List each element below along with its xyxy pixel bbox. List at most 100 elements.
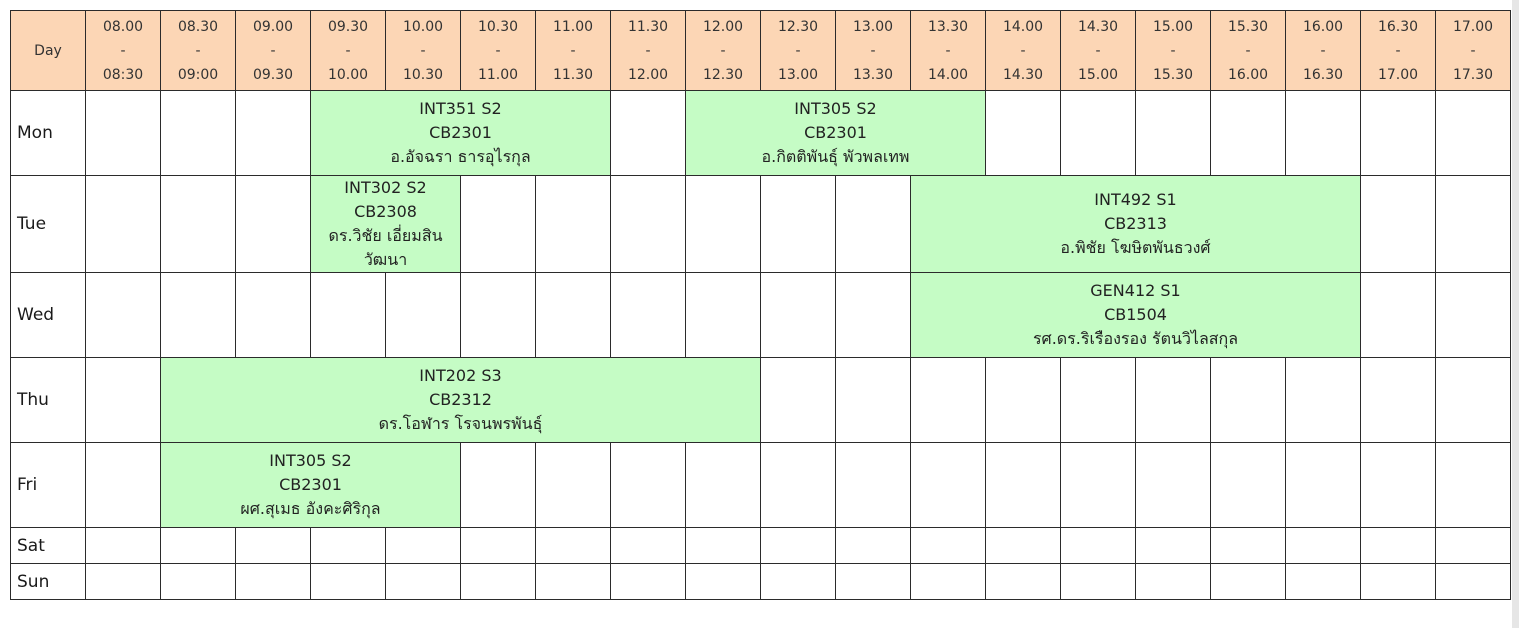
empty-slot-cell [760, 357, 836, 443]
empty-slot-cell [910, 357, 986, 443]
empty-slot-cell [160, 90, 236, 176]
empty-slot-cell [1435, 563, 1511, 600]
empty-slot-cell [85, 357, 161, 443]
time-slot-header: 15.00 - 15.30 [1135, 10, 1211, 91]
course-code: INT305 S2 [794, 99, 877, 118]
empty-slot-cell [910, 563, 986, 600]
time-slot-start: 14.30 [1077, 18, 1119, 35]
empty-slot-cell [1060, 357, 1136, 443]
course-code: INT302 S2 [344, 178, 427, 197]
empty-slot-cell [760, 563, 836, 600]
empty-slot-cell [910, 442, 986, 528]
empty-slot-cell [1210, 442, 1286, 528]
empty-slot-cell [985, 527, 1061, 564]
course-block[interactable]: INT302 S2 CB2308 ดร.วิชัย เอี่ยมสิน วัฒนา [310, 175, 461, 273]
empty-slot-cell [685, 175, 761, 273]
empty-slot-cell [760, 527, 836, 564]
empty-slot-cell [1060, 442, 1136, 528]
empty-slot-cell [1210, 563, 1286, 600]
time-slot-sep: - [945, 42, 951, 59]
time-slot-end: 15.00 [1077, 66, 1119, 83]
time-slot-start: 11.00 [552, 18, 594, 35]
time-slot-start: 14.00 [1002, 18, 1044, 35]
course-block[interactable]: INT351 S2 CB2301 อ.อัจฉรา ธารอุไรกุล [310, 90, 611, 176]
empty-slot-cell [985, 90, 1061, 176]
time-slot-header: 17.00 - 17.30 [1435, 10, 1511, 91]
time-slot-sep: - [495, 42, 501, 59]
course-block[interactable]: INT492 S1 CB2313 อ.พิชัย โฆษิตพันธวงศ์ [910, 175, 1361, 273]
empty-slot-cell [535, 563, 611, 600]
empty-slot-cell [610, 563, 686, 600]
time-slot-end: 11.00 [477, 66, 519, 83]
empty-slot-cell [835, 527, 911, 564]
day-label: Wed [10, 272, 86, 358]
course-block[interactable]: INT202 S3 CB2312 ดร.โอฬาร โรจนพรพันธุ์ [160, 357, 761, 443]
time-slot-end: 17.30 [1452, 66, 1494, 83]
time-slot-sep: - [120, 42, 126, 59]
time-slot-header: 09.00 - 09.30 [235, 10, 311, 91]
empty-slot-cell [160, 175, 236, 273]
time-slot-header: 13.30 - 14.00 [910, 10, 986, 91]
empty-slot-cell [460, 527, 536, 564]
course-room: CB2301 [804, 123, 867, 142]
time-slot-sep: - [1095, 42, 1101, 59]
time-slot-start: 08.00 [102, 18, 144, 35]
course-block[interactable]: GEN412 S1 CB1504 รศ.ดร.ริเรืองรอง รัตนวิไล… [910, 272, 1361, 358]
time-slot-end: 09.30 [252, 66, 294, 83]
empty-slot-cell [460, 563, 536, 600]
empty-slot-cell [760, 442, 836, 528]
time-slot-sep: - [795, 42, 801, 59]
time-slot-end: 10.00 [327, 66, 369, 83]
empty-slot-cell [460, 175, 536, 273]
empty-slot-cell [1360, 527, 1436, 564]
time-slot-end: 08:30 [102, 66, 144, 83]
empty-slot-cell [760, 272, 836, 358]
empty-slot-cell [1360, 175, 1436, 273]
time-slot-end: 12.30 [702, 66, 744, 83]
time-slot-sep: - [870, 42, 876, 59]
empty-slot-cell [1135, 90, 1211, 176]
course-room: CB2313 [1104, 214, 1167, 233]
empty-slot-cell [85, 563, 161, 600]
empty-slot-cell [985, 357, 1061, 443]
empty-slot-cell [1435, 527, 1511, 564]
time-slot-sep: - [420, 42, 426, 59]
time-slot-end: 16.30 [1302, 66, 1344, 83]
time-slot-start: 15.00 [1152, 18, 1194, 35]
empty-slot-cell [1285, 90, 1361, 176]
time-slot-end: 15.30 [1152, 66, 1194, 83]
empty-slot-cell [835, 357, 911, 443]
time-slot-sep: - [1245, 42, 1251, 59]
time-slot-start: 17.00 [1452, 18, 1494, 35]
time-slot-sep: - [270, 42, 276, 59]
course-block[interactable]: INT305 S2 CB2301 ผศ.สุเมธ อังคะศิริกุล [160, 442, 461, 528]
time-slot-sep: - [645, 42, 651, 59]
time-slot-end: 12.00 [627, 66, 669, 83]
time-slot-header: 08.00 - 08:30 [85, 10, 161, 91]
course-instructor: อ.อัจฉรา ธารอุไรกุล [390, 147, 531, 166]
empty-slot-cell [85, 272, 161, 358]
empty-slot-cell [610, 90, 686, 176]
empty-slot-cell [1135, 527, 1211, 564]
empty-slot-cell [835, 563, 911, 600]
empty-slot-cell [535, 272, 611, 358]
day-row-wed: Wed GEN412 S1 CB1504 รศ.ดร.ริเรืองรอง รัตนว… [10, 272, 1511, 358]
time-slot-end: 09:00 [177, 66, 219, 83]
day-row-tue: Tue INT302 S2 CB2308 ดร.วิชัย เอี่ยมสิน วัฒน… [10, 175, 1511, 273]
time-slot-sep: - [570, 42, 576, 59]
time-slot-sep: - [1020, 42, 1026, 59]
time-slot-sep: - [195, 42, 201, 59]
empty-slot-cell [385, 527, 461, 564]
empty-slot-cell [1360, 442, 1436, 528]
time-slot-header: 10.30 - 11.00 [460, 10, 536, 91]
empty-slot-cell [310, 563, 386, 600]
empty-slot-cell [1435, 442, 1511, 528]
time-slot-start: 12.30 [777, 18, 819, 35]
day-label: Fri [10, 442, 86, 528]
course-block[interactable]: INT305 S2 CB2301 อ.กิตติพันธุ์ พัวพลเทพ [685, 90, 986, 176]
time-slot-header: 11.00 - 11.30 [535, 10, 611, 91]
timetable-header-row: Day 08.00-08:30 08.30-09:00 09.00-09.30 09.… [10, 10, 1511, 91]
empty-slot-cell [235, 90, 311, 176]
empty-slot-cell [1060, 527, 1136, 564]
empty-slot-cell [1360, 357, 1436, 443]
